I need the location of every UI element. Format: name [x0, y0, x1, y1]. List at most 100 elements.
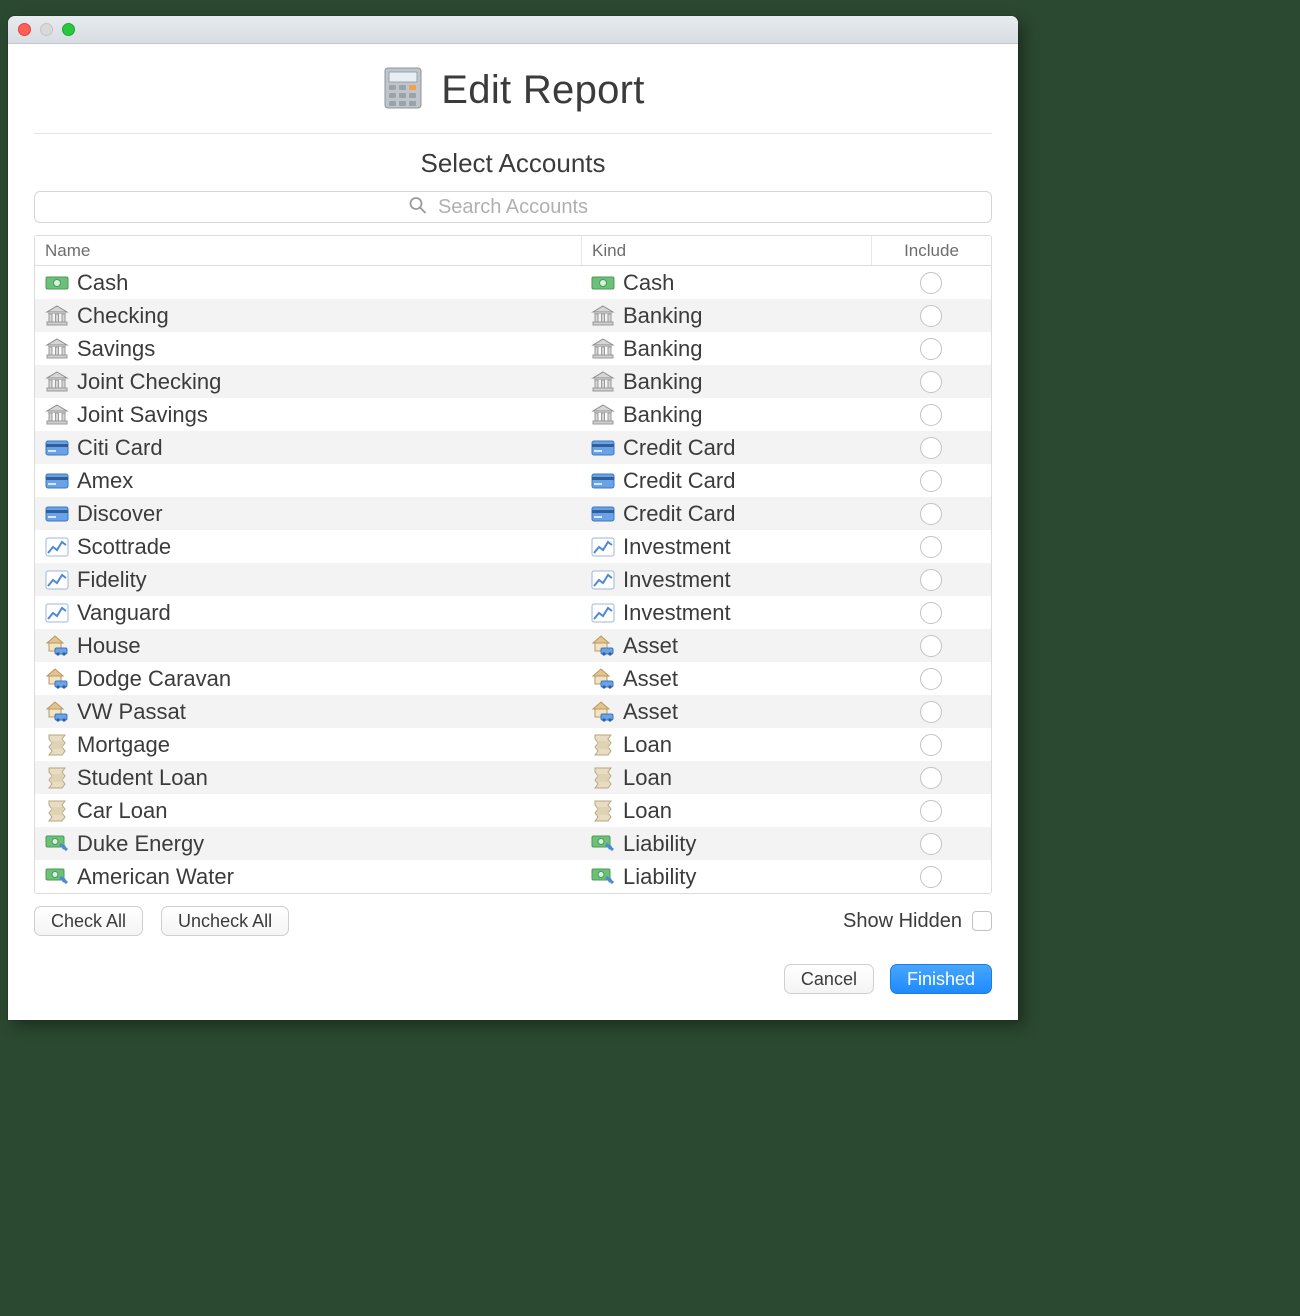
include-toggle[interactable]: [920, 404, 942, 426]
include-toggle[interactable]: [920, 602, 942, 624]
account-kind: Banking: [623, 402, 703, 428]
include-cell: [871, 668, 991, 690]
kind-cell: Liability: [581, 864, 871, 890]
name-cell: Citi Card: [35, 435, 581, 461]
include-toggle[interactable]: [920, 536, 942, 558]
table-row[interactable]: Fidelity Investment: [35, 563, 991, 596]
include-toggle[interactable]: [920, 437, 942, 459]
include-toggle[interactable]: [920, 470, 942, 492]
minimize-window-button[interactable]: [40, 23, 53, 36]
calculator-icon: [381, 66, 425, 115]
include-toggle[interactable]: [920, 371, 942, 393]
include-toggle[interactable]: [920, 569, 942, 591]
include-cell: [871, 767, 991, 789]
finished-button[interactable]: Finished: [890, 964, 992, 994]
table-row[interactable]: HouseAsset: [35, 629, 991, 662]
include-toggle[interactable]: [920, 701, 942, 723]
include-cell: [871, 734, 991, 756]
cash-icon: [591, 271, 615, 295]
column-header-kind[interactable]: Kind: [581, 236, 871, 265]
account-kind: Banking: [623, 336, 703, 362]
kind-cell: Investment: [581, 567, 871, 593]
table-row[interactable]: VW PassatAsset: [35, 695, 991, 728]
table-row[interactable]: Mortgage Loan: [35, 728, 991, 761]
name-cell: Joint Checking: [35, 369, 581, 395]
include-toggle[interactable]: [920, 833, 942, 855]
include-toggle[interactable]: [920, 767, 942, 789]
account-name: Scottrade: [77, 534, 171, 560]
account-name: House: [77, 633, 141, 659]
include-cell: [871, 569, 991, 591]
kind-cell: Banking: [581, 369, 871, 395]
name-cell: Cash: [35, 270, 581, 296]
table-row[interactable]: Savings Banking: [35, 332, 991, 365]
table-row[interactable]: CashCash: [35, 266, 991, 299]
name-cell: Mortgage: [35, 732, 581, 758]
kind-cell: Loan: [581, 798, 871, 824]
check-all-button[interactable]: Check All: [34, 906, 143, 936]
close-window-button[interactable]: [18, 23, 31, 36]
include-toggle[interactable]: [920, 800, 942, 822]
kind-cell: Cash: [581, 270, 871, 296]
table-row[interactable]: Dodge CaravanAsset: [35, 662, 991, 695]
table-row[interactable]: American WaterLiability: [35, 860, 991, 893]
asset-icon: [45, 700, 69, 724]
table-row[interactable]: Duke EnergyLiability: [35, 827, 991, 860]
kind-cell: Banking: [581, 402, 871, 428]
kind-cell: Asset: [581, 699, 871, 725]
account-name: Mortgage: [77, 732, 170, 758]
kind-cell: Banking: [581, 303, 871, 329]
table-row[interactable]: AmexCredit Card: [35, 464, 991, 497]
account-kind: Banking: [623, 369, 703, 395]
table-row[interactable]: DiscoverCredit Card: [35, 497, 991, 530]
name-cell: American Water: [35, 864, 581, 890]
cancel-button[interactable]: Cancel: [784, 964, 874, 994]
kind-cell: Credit Card: [581, 435, 871, 461]
table-row[interactable]: CheckingBanking: [35, 299, 991, 332]
account-kind: Investment: [623, 567, 731, 593]
name-cell: Scottrade: [35, 534, 581, 560]
include-toggle[interactable]: [920, 668, 942, 690]
column-header-name[interactable]: Name: [35, 236, 581, 265]
table-row[interactable]: Car Loan Loan: [35, 794, 991, 827]
include-toggle[interactable]: [920, 272, 942, 294]
account-kind: Credit Card: [623, 501, 735, 527]
account-name: Savings: [77, 336, 155, 362]
include-toggle[interactable]: [920, 866, 942, 888]
table-row[interactable]: Joint Checking Banking: [35, 365, 991, 398]
include-toggle[interactable]: [920, 305, 942, 327]
table-header: Name Kind Include: [35, 236, 991, 266]
include-cell: [871, 305, 991, 327]
zoom-window-button[interactable]: [62, 23, 75, 36]
account-kind: Loan: [623, 732, 672, 758]
uncheck-all-button[interactable]: Uncheck All: [161, 906, 289, 936]
include-toggle[interactable]: [920, 338, 942, 360]
table-row[interactable]: Joint SavingsBanking: [35, 398, 991, 431]
invest-icon: [591, 535, 615, 559]
titlebar[interactable]: [8, 16, 1018, 44]
search-input[interactable]: [34, 191, 992, 223]
include-toggle[interactable]: [920, 635, 942, 657]
credit-icon: [45, 469, 69, 493]
name-cell: Savings: [35, 336, 581, 362]
account-name: Fidelity: [77, 567, 147, 593]
invest-icon: [591, 568, 615, 592]
column-header-include[interactable]: Include: [871, 236, 991, 265]
include-toggle[interactable]: [920, 734, 942, 756]
table-row[interactable]: Citi CardCredit Card: [35, 431, 991, 464]
account-kind: Liability: [623, 831, 696, 857]
account-name: Car Loan: [77, 798, 168, 824]
include-cell: [871, 635, 991, 657]
asset-icon: [45, 667, 69, 691]
invest-icon: [45, 568, 69, 592]
table-row[interactable]: VanguardInvestment: [35, 596, 991, 629]
include-toggle[interactable]: [920, 503, 942, 525]
kind-cell: Investment: [581, 534, 871, 560]
show-hidden-checkbox[interactable]: [972, 911, 992, 931]
kind-cell: Credit Card: [581, 468, 871, 494]
account-kind: Loan: [623, 798, 672, 824]
table-row[interactable]: Student LoanLoan: [35, 761, 991, 794]
bank-icon: [591, 370, 615, 394]
account-kind: Asset: [623, 666, 678, 692]
table-row[interactable]: Scottrade Investment: [35, 530, 991, 563]
